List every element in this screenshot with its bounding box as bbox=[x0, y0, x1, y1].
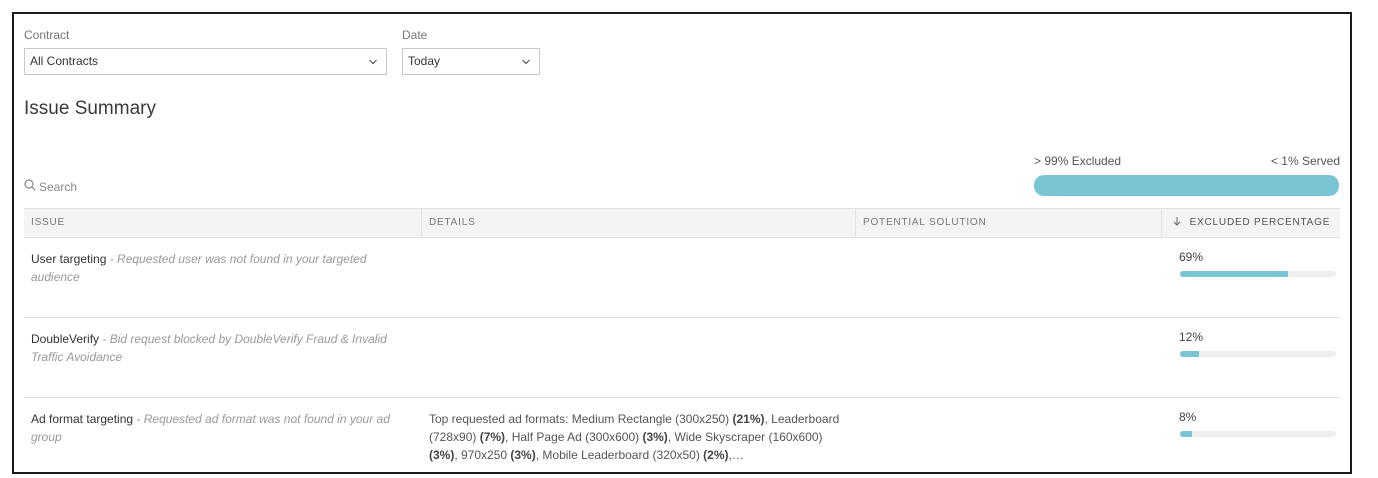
contract-select[interactable]: All Contracts bbox=[24, 48, 387, 75]
page-title: Issue Summary bbox=[24, 98, 156, 119]
details-text: ,… bbox=[728, 448, 744, 462]
issue-name: Ad format targeting bbox=[31, 412, 134, 426]
details-text: , 970x250 bbox=[454, 448, 511, 462]
excluded-label: > 99% Excluded bbox=[1034, 154, 1122, 168]
chevron-down-icon bbox=[521, 49, 531, 74]
details-text: (21%) bbox=[732, 412, 765, 426]
column-header-potential-solution[interactable]: Potential Solution bbox=[856, 209, 1162, 237]
issue-cell: DoubleVerify - Bid request blocked by Do… bbox=[24, 330, 404, 366]
table-row[interactable]: DoubleVerify - Bid request blocked by Do… bbox=[24, 318, 1340, 398]
details-text: (3%) bbox=[510, 448, 536, 462]
details-text: (3%) bbox=[642, 430, 668, 444]
chevron-down-icon bbox=[368, 49, 378, 74]
excluded-percent: 8% bbox=[1179, 410, 1197, 424]
details-text: , Mobile Leaderboard (320x50) bbox=[535, 448, 704, 462]
details-text: (2%) bbox=[703, 448, 729, 462]
details-text: (3%) bbox=[429, 448, 455, 462]
column-header-excluded-percentage[interactable]: Excluded Percentage bbox=[1162, 209, 1340, 237]
details-cell: Top requested ad formats: Medium Rectang… bbox=[422, 410, 852, 464]
excluded-percent-bar bbox=[1180, 351, 1336, 357]
excluded-percent-fill bbox=[1180, 431, 1193, 437]
filter-bar: Contract All Contracts Date Today bbox=[24, 28, 1344, 88]
issue-cell: Ad format targeting - Requested ad forma… bbox=[24, 410, 414, 446]
date-select[interactable]: Today bbox=[402, 48, 540, 75]
issue-name: User targeting bbox=[31, 252, 107, 266]
excluded-percent: 12% bbox=[1179, 330, 1204, 344]
served-label: < 1% Served bbox=[1270, 154, 1340, 168]
excluded-percent: 69% bbox=[1179, 250, 1204, 264]
issue-summary-panel: Contract All Contracts Date Today Issue … bbox=[12, 12, 1352, 474]
details-text: , Wide Skyscraper (160x600) bbox=[667, 430, 823, 444]
date-select-value: Today bbox=[408, 54, 441, 68]
arrow-down-icon bbox=[1172, 217, 1190, 228]
date-label: Date bbox=[402, 28, 428, 42]
issue-cell: User targeting - Requested user was not … bbox=[24, 250, 404, 286]
contract-select-value: All Contracts bbox=[30, 54, 99, 68]
table-row[interactable]: User targeting - Requested user was not … bbox=[24, 238, 1340, 318]
excluded-percent-fill bbox=[1180, 271, 1288, 277]
column-header-issue[interactable]: Issue bbox=[24, 209, 422, 237]
column-header-details[interactable]: Details bbox=[422, 209, 856, 237]
details-text: , Half Page Ad (300x600) bbox=[505, 430, 643, 444]
excluded-percent-fill bbox=[1180, 351, 1199, 357]
search-input[interactable]: Search bbox=[24, 179, 77, 194]
details-text: (7%) bbox=[479, 430, 506, 444]
search-icon bbox=[24, 179, 39, 194]
excluded-percent-bar bbox=[1180, 271, 1336, 277]
summary-bar bbox=[1034, 175, 1339, 196]
table-row[interactable]: Ad format targeting - Requested ad forma… bbox=[24, 398, 1340, 472]
issues-table: Issue Details Potential Solution Exclude… bbox=[24, 208, 1340, 472]
table-header: Issue Details Potential Solution Exclude… bbox=[24, 208, 1340, 238]
issue-name: DoubleVerify bbox=[31, 332, 100, 346]
details-text: Top requested ad formats: Medium Rectang… bbox=[429, 412, 733, 426]
contract-label: Contract bbox=[24, 28, 70, 42]
excluded-percent-bar bbox=[1180, 431, 1336, 437]
search-placeholder: Search bbox=[39, 179, 78, 194]
